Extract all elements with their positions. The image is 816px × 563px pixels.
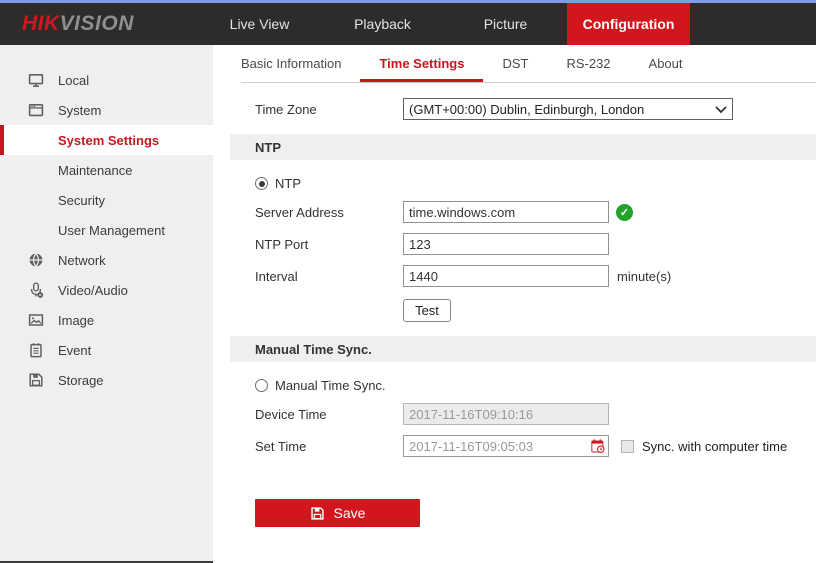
ntp-radio-row: NTP bbox=[255, 176, 816, 191]
nav-tab-live-view[interactable]: Live View bbox=[198, 3, 321, 45]
sidebar-item-network[interactable]: Network bbox=[0, 245, 213, 275]
sidebar: Local System System Settings Maintenance… bbox=[0, 45, 213, 563]
window-icon bbox=[28, 102, 44, 118]
sync-with-computer-label: Sync. with computer time bbox=[642, 438, 788, 454]
sidebar-item-user-management[interactable]: User Management bbox=[0, 215, 213, 245]
sidebar-item-security[interactable]: Security bbox=[0, 185, 213, 215]
globe-icon bbox=[28, 252, 44, 268]
tab-rs-232[interactable]: RS-232 bbox=[547, 45, 629, 82]
interval-unit-label: minute(s) bbox=[617, 268, 672, 284]
manual-sync-section-header: Manual Time Sync. bbox=[230, 336, 816, 362]
tab-about[interactable]: About bbox=[630, 45, 702, 82]
ntp-section-header: NTP bbox=[230, 134, 816, 160]
settings-tabbar: Basic Information Time Settings DST RS-2… bbox=[241, 45, 816, 83]
nav-tab-configuration[interactable]: Configuration bbox=[567, 3, 690, 45]
sidebar-item-image[interactable]: Image bbox=[0, 305, 213, 335]
interval-input[interactable] bbox=[403, 265, 609, 287]
server-address-input[interactable] bbox=[403, 201, 609, 223]
nav-tab-picture[interactable]: Picture bbox=[444, 3, 567, 45]
time-zone-row: Time Zone (GMT+00:00) Dublin, Edinburgh,… bbox=[255, 98, 816, 120]
sidebar-item-label: Image bbox=[58, 312, 95, 328]
sidebar-item-label: Video/Audio bbox=[58, 282, 128, 298]
sidebar-item-label: Network bbox=[58, 252, 106, 268]
test-button[interactable]: Test bbox=[403, 299, 451, 322]
top-nav-items: Live View Playback Picture Configuration bbox=[198, 3, 690, 45]
sidebar-item-video-audio[interactable]: Video/Audio bbox=[0, 275, 213, 305]
device-time-input bbox=[403, 403, 609, 425]
ntp-port-label: NTP Port bbox=[255, 236, 309, 252]
sidebar-item-event[interactable]: Event bbox=[0, 335, 213, 365]
event-icon bbox=[28, 342, 44, 358]
interval-row: Interval minute(s) bbox=[255, 265, 816, 287]
sidebar-item-label: Event bbox=[58, 342, 92, 358]
server-address-label: Server Address bbox=[255, 204, 344, 220]
chevron-down-icon bbox=[715, 106, 727, 114]
sidebar-item-system-settings[interactable]: System Settings bbox=[0, 125, 213, 155]
image-icon bbox=[28, 312, 44, 328]
tab-basic-information[interactable]: Basic Information bbox=[241, 45, 360, 82]
sidebar-item-label: User Management bbox=[58, 222, 165, 238]
tab-time-settings[interactable]: Time Settings bbox=[360, 45, 484, 82]
ntp-port-input[interactable] bbox=[403, 233, 609, 255]
monitor-icon bbox=[28, 72, 44, 88]
time-zone-label: Time Zone bbox=[255, 101, 317, 117]
manual-sync-radio-row: Manual Time Sync. bbox=[255, 378, 816, 393]
storage-icon bbox=[28, 372, 44, 388]
ntp-port-row: NTP Port bbox=[255, 233, 816, 255]
interval-label: Interval bbox=[255, 268, 298, 284]
hikvision-logo: HIK VISION bbox=[0, 3, 198, 45]
nav-tab-playback[interactable]: Playback bbox=[321, 3, 444, 45]
sync-with-computer-checkbox[interactable] bbox=[621, 439, 634, 453]
manual-sync-radio[interactable] bbox=[255, 379, 268, 392]
save-button-label: Save bbox=[333, 505, 366, 521]
sidebar-item-local[interactable]: Local bbox=[0, 65, 213, 95]
sidebar-item-label: Security bbox=[58, 192, 105, 208]
logo-vision-text: VISION bbox=[59, 12, 134, 35]
logo-hik-text: HIK bbox=[22, 12, 60, 35]
time-zone-selected-value: (GMT+00:00) Dublin, Edinburgh, London bbox=[409, 101, 645, 117]
ntp-section-title: NTP bbox=[255, 139, 281, 155]
save-icon bbox=[310, 506, 325, 521]
sidebar-item-maintenance[interactable]: Maintenance bbox=[0, 155, 213, 185]
save-button[interactable]: Save bbox=[255, 499, 420, 527]
manual-sync-section-title: Manual Time Sync. bbox=[255, 341, 372, 357]
set-time-row: Set Time Sync. with computer time bbox=[255, 435, 816, 457]
set-time-input[interactable] bbox=[403, 435, 609, 457]
device-time-label: Device Time bbox=[255, 406, 327, 422]
set-time-label: Set Time bbox=[255, 438, 307, 454]
calendar-icon[interactable] bbox=[590, 438, 606, 454]
sidebar-item-label: Maintenance bbox=[58, 162, 133, 178]
device-time-row: Device Time bbox=[255, 403, 816, 425]
sidebar-item-label: Storage bbox=[58, 372, 104, 388]
sidebar-item-label: System bbox=[58, 102, 102, 118]
content-panel: Basic Information Time Settings DST RS-2… bbox=[213, 45, 816, 563]
sidebar-item-label: System Settings bbox=[58, 132, 160, 148]
sidebar-item-label: Local bbox=[58, 72, 90, 88]
manual-sync-radio-label: Manual Time Sync. bbox=[275, 378, 386, 393]
time-zone-select[interactable]: (GMT+00:00) Dublin, Edinburgh, London bbox=[403, 98, 733, 120]
set-time-input-wrap bbox=[403, 435, 609, 457]
check-circle-icon: ✓ bbox=[616, 203, 633, 221]
server-address-row: Server Address ✓ bbox=[255, 201, 816, 223]
tab-dst[interactable]: DST bbox=[483, 45, 547, 82]
sidebar-item-system[interactable]: System bbox=[0, 95, 213, 125]
microphone-icon bbox=[28, 282, 44, 298]
sidebar-item-storage[interactable]: Storage bbox=[0, 365, 213, 395]
ntp-radio[interactable] bbox=[255, 177, 268, 190]
top-navigation-bar: HIK VISION Live View Playback Picture Con… bbox=[0, 3, 816, 45]
ntp-radio-label: NTP bbox=[275, 176, 301, 191]
